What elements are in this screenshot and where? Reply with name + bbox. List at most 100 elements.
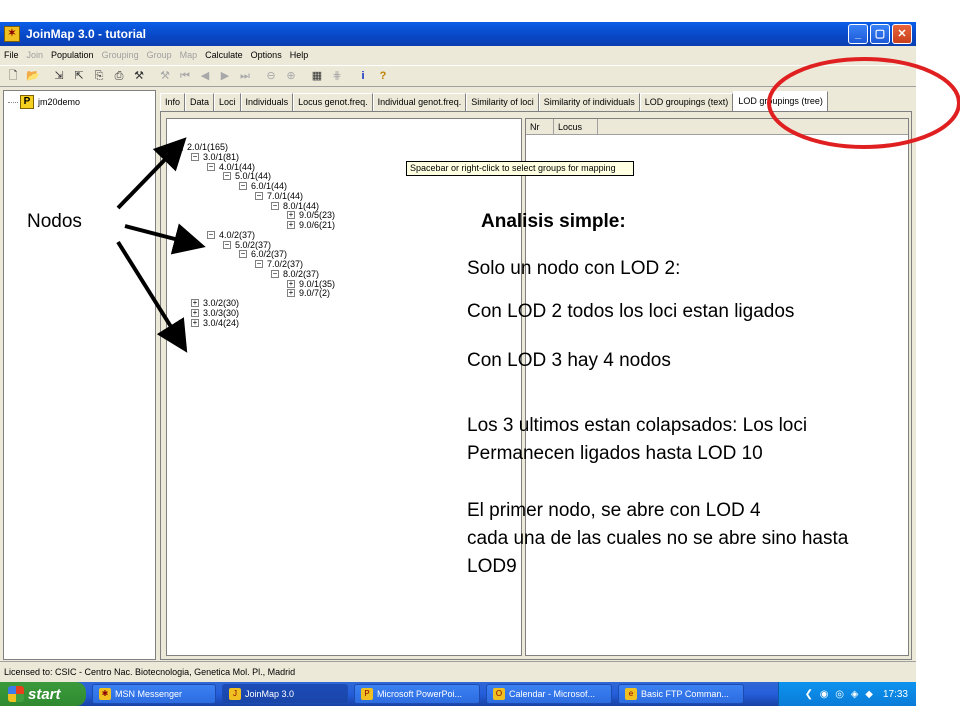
collapse-icon[interactable]: − <box>271 201 279 210</box>
annotation-line4b: Permanecen ligados hasta LOD 10 <box>467 443 763 464</box>
menu-population[interactable]: Population <box>51 50 94 60</box>
windows-flag-icon <box>8 686 24 702</box>
task-msn-messenger[interactable]: ✱ MSN Messenger <box>92 684 216 704</box>
menu-file[interactable]: File <box>4 50 19 60</box>
grid-icon[interactable]: ⋕ <box>328 67 346 85</box>
tree-node[interactable]: +9.0/7(2) <box>287 287 330 299</box>
annotation-line4a: Los 3 ultimos estan colapsados: Los loci <box>467 415 808 436</box>
collapse-icon[interactable]: − <box>255 191 263 200</box>
start-label: start <box>28 685 61 703</box>
maximize-button[interactable]: ▢ <box>870 24 890 44</box>
menu-group[interactable]: Group <box>147 50 172 60</box>
tools-icon[interactable]: ⚒ <box>130 67 148 85</box>
copy-icon[interactable]: ⎘ <box>90 67 108 85</box>
export-icon[interactable]: ⇱ <box>70 67 88 85</box>
collapse-icon[interactable]: − <box>239 250 247 259</box>
menu-help[interactable]: Help <box>290 50 309 60</box>
annotation-nodos: Nodos <box>27 211 82 232</box>
collapse-icon[interactable]: − <box>207 230 215 239</box>
import-icon[interactable]: ⇲ <box>50 67 68 85</box>
zoom-out-icon[interactable]: ⊖ <box>262 67 280 85</box>
menu-grouping[interactable]: Grouping <box>102 50 139 60</box>
info-icon[interactable]: i <box>354 67 372 85</box>
tab-locus-genot-freq[interactable]: Locus genot.freq. <box>293 93 373 111</box>
last-record-icon[interactable]: ⏭ <box>236 67 254 85</box>
msn-icon: ✱ <box>99 688 111 700</box>
calculator-icon[interactable]: ▦ <box>308 67 326 85</box>
annotation-heading: Analisis simple: <box>481 211 626 232</box>
menu-options[interactable]: Options <box>251 50 282 60</box>
tab-strip: Info Data Loci Individuals Locus genot.f… <box>160 91 828 111</box>
tree-node-label: 9.0/7(2) <box>299 288 331 299</box>
project-node[interactable]: P jm20demo <box>8 95 80 109</box>
menu-join[interactable]: Join <box>27 50 44 60</box>
tab-data[interactable]: Data <box>185 93 215 111</box>
menu-calculate[interactable]: Calculate <box>205 50 243 60</box>
collapse-icon[interactable]: − <box>207 162 215 171</box>
annotation-line2: Con LOD 2 todos los loci estan ligados <box>467 301 795 322</box>
collapse-icon[interactable]: − <box>255 260 263 268</box>
tab-individual-genot-freq[interactable]: Individual genot.freq. <box>372 93 467 111</box>
task-calendar[interactable]: O Calendar - Microsof... <box>486 684 612 704</box>
prev-record-icon[interactable]: ◀ <box>196 67 214 85</box>
print-icon[interactable]: ⎙ <box>110 67 128 85</box>
task-powerpoint[interactable]: P Microsoft PowerPoi... <box>354 684 480 704</box>
annotation-line5c: LOD9 <box>467 556 517 577</box>
tree-node[interactable]: +3.0/4(24) <box>191 317 239 329</box>
expand-icon[interactable]: + <box>191 318 199 327</box>
task-label: MSN Messenger <box>115 689 183 699</box>
collapse-icon[interactable]: − <box>175 143 183 151</box>
tab-similarity-of-loci[interactable]: Similarity of loci <box>466 93 539 111</box>
annotation-line3: Con LOD 3 hay 4 nodos <box>467 350 671 371</box>
tree-node-label: 3.0/4(24) <box>203 317 240 328</box>
title-bar[interactable]: ✶ JoinMap 3.0 - tutorial _ ▢ ✕ <box>0 22 916 46</box>
expand-icon[interactable]: + <box>287 221 295 229</box>
new-file-icon[interactable]: 🗋 <box>4 67 22 85</box>
joinmap-window: ✶ JoinMap 3.0 - tutorial _ ▢ ✕ File Join… <box>0 22 916 682</box>
collapse-icon[interactable]: − <box>223 240 231 249</box>
menu-bar: File Join Population Grouping Group Map … <box>0 46 916 64</box>
tab-similarity-of-individuals[interactable]: Similarity of individuals <box>538 93 640 111</box>
collapse-icon[interactable]: − <box>191 152 199 161</box>
next-record-icon[interactable]: ▶ <box>216 67 234 85</box>
collapse-icon[interactable]: − <box>271 269 279 278</box>
minimize-button[interactable]: _ <box>848 24 868 44</box>
tab-lod-groupings-text[interactable]: LOD groupings (text) <box>639 93 734 111</box>
tab-lod-groupings-tree[interactable]: LOD groupings (tree) <box>733 91 828 111</box>
toolbar: 🗋 📂 ⇲ ⇱ ⎘ ⎙ ⚒ ⚒ ⏮ ◀ ▶ ⏭ ⊖ ⊕ ▦ ⋕ i ? <box>0 65 916 87</box>
task-label: JoinMap 3.0 <box>245 689 295 699</box>
joinmap-app-icon: ✶ <box>4 26 20 42</box>
task-basic-ftp[interactable]: e Basic FTP Comman... <box>618 684 744 704</box>
project-tree: P jm20demo <box>3 90 156 660</box>
menu-map[interactable]: Map <box>180 50 198 60</box>
task-label: Calendar - Microsof... <box>509 689 596 699</box>
expand-icon[interactable]: + <box>287 289 295 298</box>
help-icon[interactable]: ? <box>374 67 392 85</box>
task-label: Microsoft PowerPoi... <box>377 689 463 699</box>
clock: 17:33 <box>882 688 908 700</box>
tree-node[interactable]: +9.0/6(21) <box>287 219 335 231</box>
task-joinmap[interactable]: J JoinMap 3.0 <box>222 684 348 704</box>
tab-info[interactable]: Info <box>160 93 186 111</box>
first-record-icon[interactable]: ⏮ <box>176 67 194 85</box>
tab-loci[interactable]: Loci <box>214 93 241 111</box>
annotation-line1: Solo un nodo con LOD 2: <box>467 258 681 279</box>
annotation-line5a: El primer nodo, se abre con LOD 4 <box>467 500 761 521</box>
collapse-icon[interactable]: − <box>239 182 247 190</box>
annotation-line5b: cada una de las cuales no se abre sino h… <box>467 528 849 549</box>
window-controls: _ ▢ ✕ <box>848 24 912 44</box>
tab-individuals[interactable]: Individuals <box>240 93 294 111</box>
close-button[interactable]: ✕ <box>892 24 912 44</box>
ie-icon: e <box>625 688 637 700</box>
tree-node-label: 9.0/6(21) <box>299 220 336 230</box>
task-label: Basic FTP Comman... <box>641 689 729 699</box>
tray-icons[interactable]: ❮ ◉ ◎ ◈ ◆ <box>805 689 875 700</box>
open-folder-icon[interactable]: 📂 <box>24 67 42 85</box>
start-button[interactable]: start <box>0 682 86 706</box>
collapse-icon[interactable]: − <box>223 172 231 181</box>
hammer-icon[interactable]: ⚒ <box>156 67 174 85</box>
zoom-in-icon[interactable]: ⊕ <box>282 67 300 85</box>
column-locus[interactable]: Locus <box>554 119 598 134</box>
status-bar: Licensed to: CSIC - Centro Nac. Biotecno… <box>0 661 916 681</box>
column-nr[interactable]: Nr <box>526 119 554 134</box>
